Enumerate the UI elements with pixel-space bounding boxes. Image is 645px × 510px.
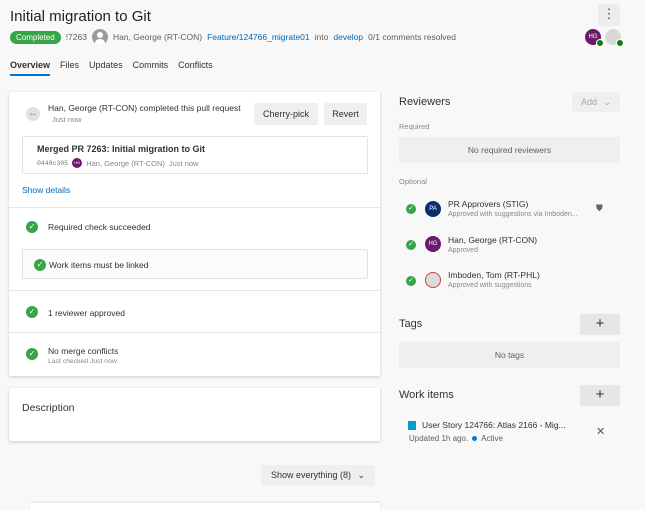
- no-tags: No tags: [399, 342, 620, 368]
- work-items-policy: Work items must be linked: [49, 260, 149, 270]
- cherry-pick-button[interactable]: Cherry-pick: [254, 103, 318, 125]
- author-name[interactable]: Han, George (RT-CON): [113, 32, 202, 42]
- divider: [9, 207, 380, 208]
- divider: [9, 290, 380, 291]
- commit-author: Han, George (RT-CON): [86, 158, 165, 168]
- reviewer-item[interactable]: ✓ PA PR Approvers (STIG) Approved with s…: [406, 198, 620, 224]
- pr-meta-row: Completed !7263 Han, George (RT-CON) Fea…: [10, 29, 456, 45]
- avatar[interactable]: [605, 29, 624, 47]
- work-item-title[interactable]: User Story 124766: Atlas 2166 - Mig...: [422, 420, 566, 430]
- merge-conflicts-status: No merge conflicts: [48, 346, 119, 356]
- commit-meta: 0448c305 HG Han, George (RT-CON) Just no…: [37, 158, 198, 168]
- avatar-initials: HG: [588, 34, 598, 40]
- activity-card: ⤚ Han, George (RT-CON) completed this pu…: [9, 92, 380, 376]
- add-reviewer-button[interactable]: Add ⌄: [572, 92, 620, 112]
- show-everything-label: Show everything (8): [270, 470, 351, 480]
- policy-box[interactable]: ✓ Work items must be linked: [22, 249, 368, 279]
- avatar: HG: [425, 236, 441, 252]
- tab-overview[interactable]: Overview: [10, 60, 51, 76]
- commit-hash[interactable]: 0448c305: [37, 160, 68, 167]
- reviewer-item[interactable]: ✓ Imboden, Tom (RT-PHL) Approved with su…: [406, 270, 620, 296]
- work-item[interactable]: User Story 124766: Atlas 2166 - Mig... U…: [405, 416, 620, 448]
- source-branch-link[interactable]: Feature/124766_migrate01: [207, 32, 310, 42]
- merged-title: Merged PR 7263: Initial migration to Git: [37, 144, 206, 154]
- reviewer-name: Han, George (RT-CON): [448, 235, 538, 245]
- chevron-down-icon: ⌄: [603, 97, 612, 107]
- reviewer-status: Approved with suggestions: [448, 282, 532, 289]
- reviewer-status: Approved: [448, 247, 478, 254]
- pr-id: !7263: [65, 32, 87, 42]
- page-title: Initial migration to Git: [10, 8, 151, 25]
- avatar: [425, 272, 441, 288]
- divider: [9, 332, 380, 333]
- tab-commits[interactable]: Commits: [133, 60, 169, 76]
- user-story-icon: [408, 421, 416, 430]
- approved-icon: [596, 39, 604, 47]
- person-icon: [91, 29, 108, 45]
- tab-files[interactable]: Files: [60, 60, 79, 76]
- reviewer-item[interactable]: ✓ HG Han, George (RT-CON) Approved: [406, 234, 620, 260]
- show-everything-button[interactable]: Show everything (8) ⌄: [261, 465, 375, 486]
- description-card: Description: [9, 388, 380, 441]
- no-required-reviewers: No required reviewers: [399, 137, 620, 163]
- comments-status: 0/1 comments resolved: [368, 32, 457, 42]
- commit-time: Just now: [168, 158, 199, 168]
- reviewer-name: Imboden, Tom (RT-PHL): [448, 270, 540, 280]
- avatar[interactable]: HG: [585, 29, 604, 47]
- reviewer-approved-status: 1 reviewer approved: [48, 308, 126, 318]
- description-title: Description: [22, 402, 75, 414]
- work-items-title: Work items: [399, 389, 454, 401]
- last-checked: Last checked Just now: [48, 358, 117, 365]
- chevron-down-icon: ⌄: [357, 470, 366, 480]
- add-reviewer-label: Add: [580, 97, 597, 107]
- avatar: HG: [72, 158, 83, 168]
- approved-icon: [616, 39, 624, 47]
- status-badge: Completed: [10, 30, 61, 44]
- state-dot-icon: [472, 436, 478, 441]
- optional-label: Optional: [399, 177, 427, 186]
- more-options-button[interactable]: ⋮: [598, 4, 620, 26]
- add-work-item-button[interactable]: +: [580, 385, 620, 406]
- tab-updates[interactable]: Updates: [89, 60, 123, 76]
- required-label: Required: [399, 122, 430, 131]
- work-item-updated: Updated 1h ago.: [409, 434, 469, 443]
- approved-check-icon: ✓: [406, 240, 416, 250]
- work-item-meta: Updated 1h ago. Active: [409, 434, 503, 443]
- into-label: into: [314, 32, 329, 42]
- merge-commit-box[interactable]: Merged PR 7263: Initial migration to Git…: [22, 136, 368, 174]
- target-branch-link[interactable]: develop: [333, 32, 363, 42]
- required-reviewer-icon[interactable]: ⛊: [596, 203, 603, 214]
- reviewer-name: PR Approvers (STIG): [448, 199, 529, 209]
- show-details-link[interactable]: Show details: [22, 185, 70, 195]
- tags-title: Tags: [399, 318, 423, 330]
- tab-conflicts[interactable]: Conflicts: [178, 60, 213, 76]
- tab-bar: Overview Files Updates Commits Conflicts: [10, 60, 213, 76]
- required-check-status: Required check succeeded: [48, 222, 151, 232]
- completion-message: Han, George (RT-CON) completed this pull…: [48, 103, 241, 113]
- reviewers-title: Reviewers: [399, 96, 451, 108]
- reviewer-status: Approved with suggestions via Imboden...: [448, 211, 578, 218]
- success-check-icon: ✓: [26, 221, 38, 233]
- success-check-icon: ✓: [26, 306, 38, 318]
- remove-work-item-button[interactable]: ✕: [596, 425, 605, 438]
- avatar: PA: [425, 201, 441, 217]
- approved-check-icon: ✓: [406, 204, 416, 214]
- success-check-icon: ✓: [26, 348, 38, 360]
- next-card-edge: [30, 503, 380, 510]
- approved-check-icon: ✓: [406, 276, 416, 286]
- merge-icon: ⤚: [26, 107, 40, 121]
- completion-time: Just now: [52, 115, 82, 124]
- work-item-state: Active: [481, 434, 503, 443]
- success-check-icon: ✓: [34, 259, 46, 271]
- revert-button[interactable]: Revert: [324, 103, 367, 125]
- add-tag-button[interactable]: +: [580, 314, 620, 335]
